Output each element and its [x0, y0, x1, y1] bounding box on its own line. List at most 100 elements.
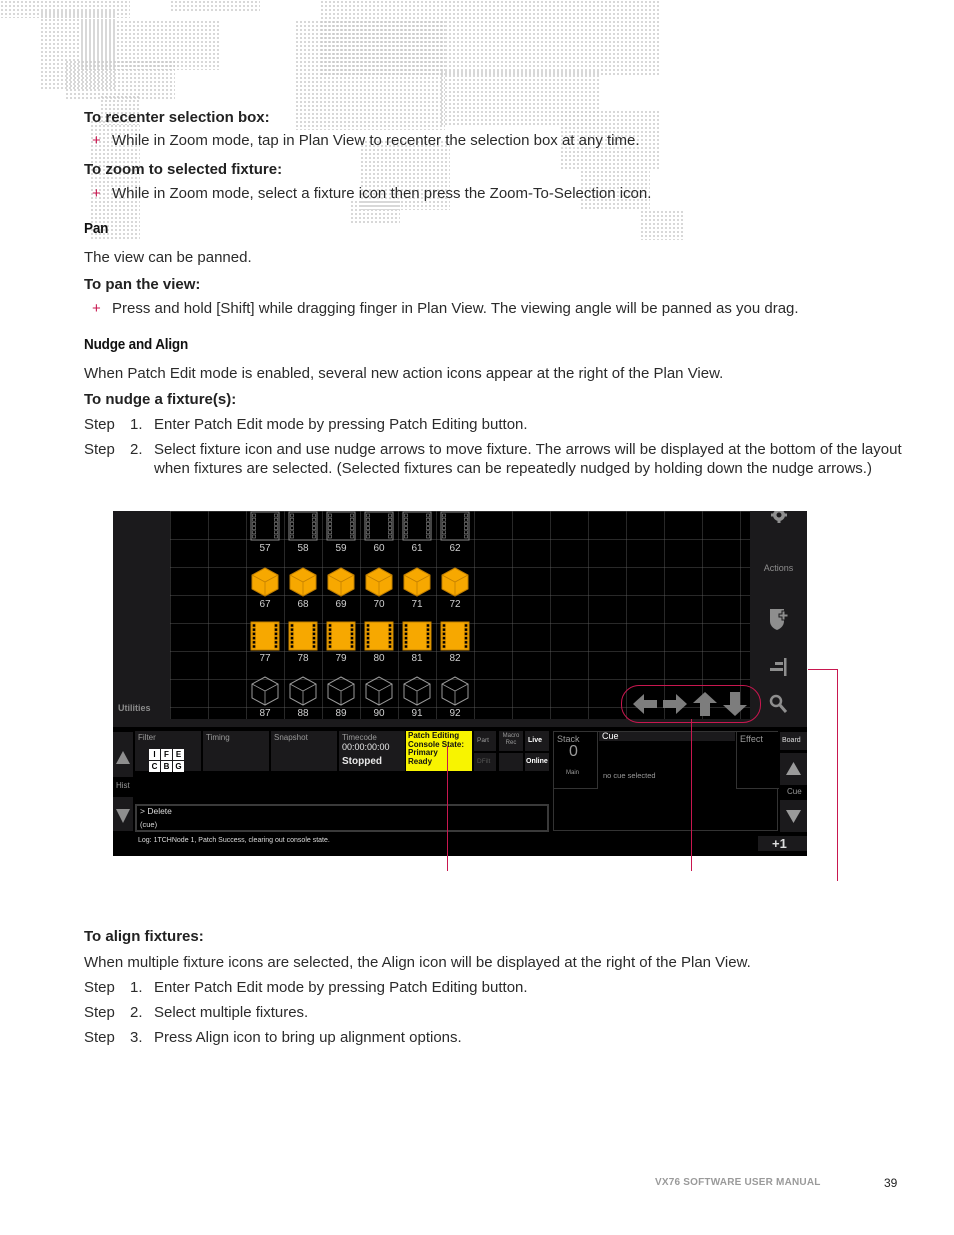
fixture-number: 88 [297, 708, 309, 719]
fixture-number: 62 [449, 543, 461, 554]
fixture-icon-film-selected[interactable]: 80 [362, 621, 396, 664]
plus-bullet-icon: + [92, 132, 101, 149]
filter-letter[interactable]: C [149, 761, 160, 772]
nudge-up-arrow-icon[interactable] [692, 692, 718, 716]
fixture-icon-film-outline[interactable]: 57 [248, 511, 282, 554]
part-button[interactable]: Part [474, 731, 496, 751]
hist-down-button[interactable] [113, 797, 133, 831]
fixture-icon-cube-selected[interactable]: 71 [400, 567, 434, 610]
step-number: 3. [130, 1029, 143, 1046]
fixture-icon-film-outline[interactable]: 60 [362, 511, 396, 554]
fixture-number: 70 [373, 599, 385, 610]
recenter-bullet: + While in Zoom mode, tap in Plan View to… [92, 132, 640, 149]
step-text: Select multiple fixtures. [154, 1004, 309, 1021]
left-sidebar: Utilities [113, 511, 170, 727]
filter-label: Filter [138, 733, 156, 742]
step-word: Step [84, 1029, 115, 1046]
snapshot-cell[interactable]: Snapshot [271, 731, 337, 771]
fixture-number: 67 [259, 599, 271, 610]
align-text: When multiple fixture icons are selected… [84, 954, 751, 971]
fixture-icon-film-outline[interactable]: 61 [400, 511, 434, 554]
filter-letter[interactable]: B [161, 761, 172, 772]
nudge-right-arrow-icon[interactable] [662, 692, 688, 716]
fixture-icon-cube-selected[interactable]: 72 [438, 567, 472, 610]
fixture-icon-cube-outline[interactable]: 87 [248, 676, 282, 719]
fixture-icon-cube-outline[interactable]: 88 [286, 676, 320, 719]
fixture-number: 78 [297, 653, 309, 664]
fixture-number: 68 [297, 599, 309, 610]
callout-align-line [837, 669, 838, 881]
effect-cell[interactable]: Effect [736, 732, 779, 789]
timecode-status: Stopped [342, 756, 382, 767]
fixture-icon-film-selected[interactable]: 77 [248, 621, 282, 664]
callout-nudge-arrows-line [691, 719, 692, 871]
filter-letter[interactable]: E [173, 749, 184, 760]
filter-letter[interactable]: I [149, 749, 160, 760]
bullet-text: While in Zoom mode, tap in Plan View to … [112, 132, 640, 149]
utilities-label[interactable]: Utilities [118, 703, 151, 713]
timing-cell[interactable]: Timing [203, 731, 269, 771]
gear-icon[interactable] [750, 511, 807, 532]
board-button[interactable]: Board [780, 732, 807, 750]
live-button[interactable]: Live [525, 731, 549, 751]
console-panel: Hist Filter I F E C B G Timing Snapshot … [113, 727, 807, 856]
bullet-text: Press and hold [Shift] while dragging fi… [112, 300, 799, 317]
fixture-icon-cube-outline[interactable]: 91 [400, 676, 434, 719]
fixture-icon-film-outline[interactable]: 58 [286, 511, 320, 554]
filter-letter[interactable]: G [173, 761, 184, 772]
fixture-icon-film-outline[interactable]: 62 [438, 511, 472, 554]
filter-letter[interactable]: F [161, 749, 172, 760]
fixture-number: 57 [259, 543, 271, 554]
fixture-icon-cube-outline[interactable]: 92 [438, 676, 472, 719]
patch-editing-status[interactable]: Patch Editing Console State: Primary Rea… [406, 731, 472, 771]
fixture-number: 72 [449, 599, 461, 610]
fixture-icon-film-selected[interactable]: 78 [286, 621, 320, 664]
step-number: 1. [130, 416, 143, 433]
fixture-icon-cube-outline[interactable]: 90 [362, 676, 396, 719]
nudge-down-arrow-icon[interactable] [722, 692, 748, 716]
stack-value: 0 [569, 743, 578, 760]
step-word: Step [84, 979, 115, 996]
step-number: 2. [130, 441, 143, 458]
fixture-icon-film-selected[interactable]: 82 [438, 621, 472, 664]
fixture-number: 59 [335, 543, 347, 554]
cue-down-button[interactable] [780, 800, 807, 832]
timecode-value: 00:00:00:00 [342, 742, 390, 752]
recenter-heading: To recenter selection box: [84, 109, 270, 126]
step-text: Press Align icon to bring up alignment o… [154, 1029, 462, 1046]
align-heading: To align fixtures: [84, 928, 204, 945]
hist-label: Hist [113, 777, 133, 793]
filter-cell[interactable]: Filter I F E C B G [135, 731, 201, 772]
callout-align-horizontal [808, 669, 838, 670]
add-fixture-icon[interactable] [750, 607, 807, 636]
macro-rec-button[interactable]: Macro Rec [499, 731, 523, 751]
log-message: Log: 1TCHNode 1, Patch Success, clearing… [138, 837, 538, 851]
fixture-icon-cube-outline[interactable]: 89 [324, 676, 358, 719]
online-button[interactable]: Online [525, 753, 549, 771]
timecode-cell: Timecode 00:00:00:00 Stopped [339, 731, 405, 771]
dfilt-button[interactable]: DFilt [474, 753, 496, 771]
fixture-number: 92 [449, 708, 461, 719]
fixture-icon-cube-selected[interactable]: 70 [362, 567, 396, 610]
fixture-icon-film-selected[interactable]: 81 [400, 621, 434, 664]
fixture-icon-cube-selected[interactable]: 67 [248, 567, 282, 610]
cue-up-button[interactable] [780, 753, 807, 785]
step-word: Step [84, 1004, 115, 1021]
nudge-text: When Patch Edit mode is enabled, several… [84, 365, 724, 382]
fixture-icon-cube-selected[interactable]: 68 [286, 567, 320, 610]
fixture-icon-cube-selected[interactable]: 69 [324, 567, 358, 610]
step-text: Enter Patch Edit mode by pressing Patch … [154, 979, 528, 996]
fixture-number: 69 [335, 599, 347, 610]
no-cue-text: no cue selected [603, 771, 723, 781]
empty-button[interactable] [499, 753, 523, 771]
fixture-number: 82 [449, 653, 461, 664]
fixture-icon-film-selected[interactable]: 79 [324, 621, 358, 664]
fixture-icon-film-outline[interactable]: 59 [324, 511, 358, 554]
command-line-input[interactable]: > Delete (cue) [135, 804, 549, 832]
nudge-left-arrow-icon[interactable] [632, 692, 658, 716]
step-word: Step [84, 441, 115, 458]
align-icon[interactable] [750, 657, 807, 682]
plus-bullet-icon: + [92, 185, 101, 202]
stack-cell[interactable]: Stack 0 Main [554, 732, 598, 789]
plus-one-button[interactable]: +1 [758, 836, 807, 851]
